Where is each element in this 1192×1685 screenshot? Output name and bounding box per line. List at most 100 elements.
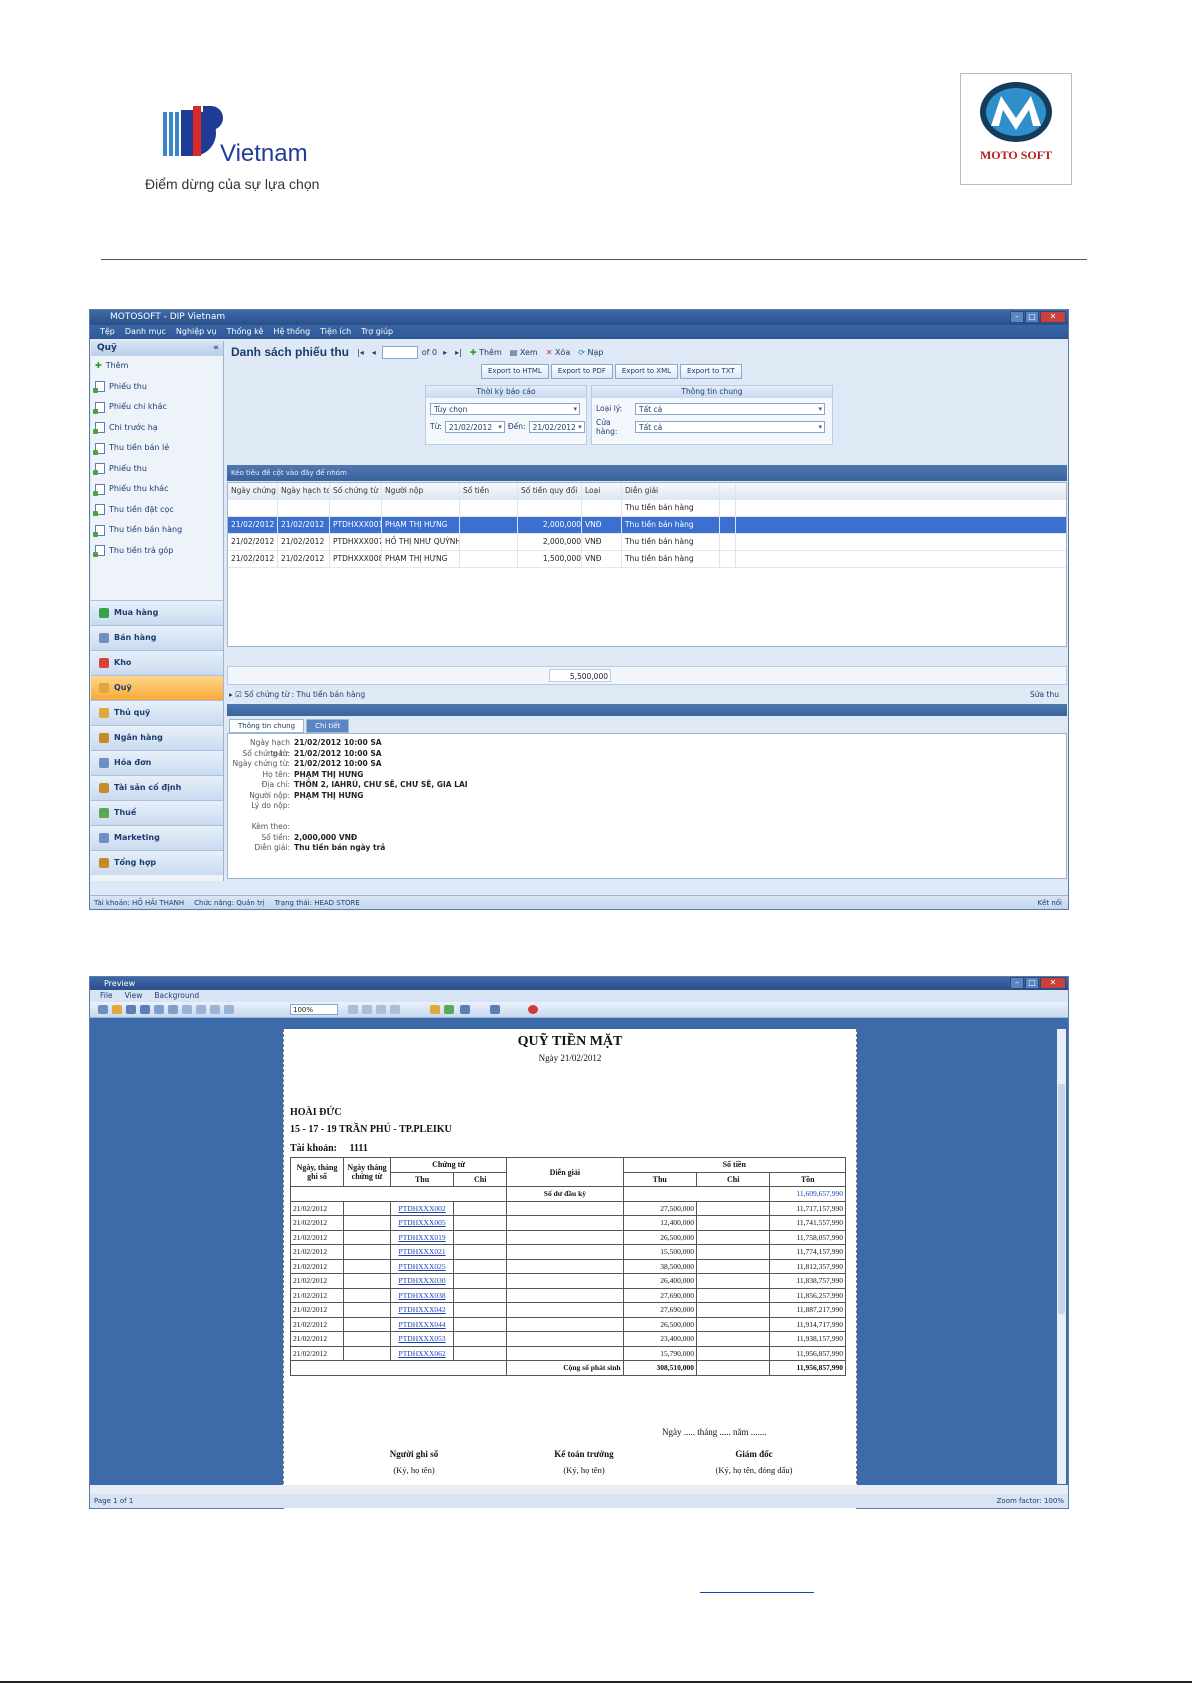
to-date-input[interactable]: 21/02/2012 [528, 420, 585, 433]
voucher-link[interactable]: PTDHXXX019 [389, 1229, 455, 1245]
preview-menu-item[interactable]: File [100, 990, 113, 1002]
close-icon[interactable]: ✕ [1040, 311, 1066, 323]
first-record-icon[interactable]: |◂ [355, 348, 366, 357]
export-icon[interactable] [460, 1005, 470, 1014]
prev-record-icon[interactable]: ◂ [370, 348, 378, 357]
grid-header-cell[interactable]: Loại [582, 483, 622, 499]
sidebar-item[interactable]: Phiếu thu [91, 459, 223, 480]
export-button[interactable]: Export to TXT [680, 364, 742, 379]
close-preview-icon[interactable] [528, 1005, 538, 1014]
sidebar-nav-item[interactable]: Mua hàng [91, 600, 223, 625]
sidebar-item[interactable]: Thu tiền bán lẻ [91, 438, 223, 459]
menu-item[interactable]: Danh mục [125, 325, 166, 339]
sidebar-item[interactable]: Phiếu thu [91, 377, 223, 398]
grid-header-cell[interactable]: Ngày chứng từ [228, 483, 278, 499]
sidebar-item[interactable]: Phiếu chi khác [91, 397, 223, 418]
export-button[interactable]: Export to HTML [481, 364, 549, 379]
print-icon[interactable] [140, 1005, 150, 1014]
open-icon[interactable] [112, 1005, 122, 1014]
type-select[interactable]: Tất cả [635, 402, 825, 415]
preview-menu-item[interactable]: Background [154, 990, 199, 1002]
detail-tab[interactable]: Chi tiết [306, 719, 350, 733]
sidebar-nav-item[interactable]: Thuế [91, 800, 223, 825]
vertical-scrollbar[interactable] [1057, 1029, 1066, 1484]
sidebar-item[interactable]: ✚ Thêm [91, 356, 223, 377]
next-page-icon[interactable] [376, 1005, 386, 1014]
color-icon[interactable] [430, 1005, 440, 1014]
voucher-link[interactable]: PTDHXXX038 [389, 1287, 455, 1303]
export-button[interactable]: Export to XML [614, 364, 679, 379]
menu-item[interactable]: Tiện ích [320, 325, 351, 339]
voucher-link[interactable]: PTDHXXX030 [389, 1273, 455, 1289]
sidebar-nav-item[interactable]: Hóa đơn [91, 750, 223, 775]
minimize-icon[interactable]: – [1010, 311, 1024, 323]
preview-minimize-icon[interactable]: – [1010, 977, 1024, 989]
last-page-icon[interactable] [390, 1005, 400, 1014]
document-link[interactable] [700, 1592, 814, 1593]
voucher-link[interactable]: PTDHXXX042 [389, 1302, 455, 1318]
expand-icon[interactable]: ▸ ☑ [229, 690, 242, 699]
voucher-link[interactable]: PTDHXXX044 [389, 1316, 455, 1332]
sidebar-item[interactable]: Thu tiền trả góp [91, 541, 223, 562]
from-date-input[interactable]: 21/02/2012 [444, 420, 505, 433]
maximize-icon[interactable]: □ [1025, 311, 1039, 323]
grid-header-cell[interactable]: Diễn giải [622, 483, 720, 499]
next-record-icon[interactable]: ▸ [441, 348, 449, 357]
sidebar-item[interactable]: Phiếu thu khác [91, 479, 223, 500]
collapse-icon[interactable]: « [213, 341, 219, 356]
sidebar-nav-item[interactable]: Thủ quỹ [91, 700, 223, 725]
sidebar-item[interactable]: Thu tiền bán hàng [91, 520, 223, 541]
sidebar-nav-item[interactable]: Bán hàng [91, 625, 223, 650]
menu-item[interactable]: Trợ giúp [361, 325, 393, 339]
table-row[interactable]: 21/02/2012 21/02/2012 PTDHXXX001 PHẠM THỊ H… [228, 517, 1066, 534]
refresh-button[interactable]: ⟳ Nạp [576, 348, 605, 357]
export-button[interactable]: Export to PDF [550, 364, 613, 379]
prev-page-icon[interactable] [362, 1005, 372, 1014]
sidebar-nav-item[interactable]: Tài sản cố định [91, 775, 223, 800]
splitter[interactable] [227, 704, 1067, 716]
save-icon[interactable] [126, 1005, 136, 1014]
preview-maximize-icon[interactable]: □ [1025, 977, 1039, 989]
edit-link[interactable]: Sửa thu [1030, 688, 1059, 702]
add-button[interactable]: ✚ Thêm [468, 348, 504, 357]
grid-header-cell[interactable]: Số tiền quy đổi [518, 483, 582, 499]
voucher-link[interactable]: PTDHXXX002 [389, 1200, 455, 1216]
zoom-in-icon[interactable] [224, 1005, 234, 1014]
horizontal-scrollbar[interactable] [90, 1485, 1068, 1494]
sidebar-nav-item[interactable]: Quỹ [91, 675, 223, 700]
page-setup-icon[interactable] [154, 1005, 164, 1014]
period-select[interactable]: Tùy chọn [430, 402, 580, 415]
search-icon[interactable] [98, 1005, 108, 1014]
magnifier-icon[interactable] [196, 1005, 206, 1014]
table-row[interactable]: 21/02/2012 21/02/2012 PTDHXXX007 HỒ THỊ NHƯ… [228, 534, 1066, 551]
sidebar-nav-item[interactable]: Kho [91, 650, 223, 675]
table-row[interactable]: Thu tiền bán hàng [228, 500, 1066, 517]
grid-header-cell[interactable]: Người nộp [382, 483, 460, 499]
sidebar-nav-item[interactable]: Marketing [91, 825, 223, 850]
grid-header-cell[interactable] [720, 483, 736, 499]
sidebar-nav-item[interactable]: Ngân hàng [91, 725, 223, 750]
sidebar-nav-item[interactable]: Tổng hợp [91, 850, 223, 875]
zoom-out-icon[interactable] [210, 1005, 220, 1014]
vertical-scroll-thumb[interactable] [1058, 1084, 1065, 1314]
voucher-link[interactable]: PTDHXXX025 [389, 1258, 455, 1274]
group-row[interactable]: ▸ ☑ Số chứng từ : Thu tiền bán hàng Sửa … [229, 688, 1065, 702]
voucher-link[interactable]: PTDHXXX021 [389, 1244, 455, 1260]
voucher-link[interactable]: PTDHXXX005 [389, 1215, 455, 1231]
voucher-link[interactable]: PTDHXXX053 [389, 1331, 455, 1347]
scale-icon[interactable] [168, 1005, 178, 1014]
sidebar-item[interactable]: Thu tiền đặt cọc [91, 500, 223, 521]
menu-item[interactable]: Tệp [100, 325, 115, 339]
detail-tab[interactable]: Thông tin chung [229, 719, 305, 733]
sidebar-item[interactable]: Chi trước hạ [91, 418, 223, 439]
table-row[interactable]: 21/02/2012 21/02/2012 PTDHXXX008 PHẠM THỊ H… [228, 551, 1066, 568]
view-button[interactable]: ▤ Xem [508, 348, 540, 357]
zoom-select[interactable]: 100% [290, 1004, 338, 1015]
store-select[interactable]: Tất cả [635, 420, 825, 433]
menu-item[interactable]: Thống kê [227, 325, 264, 339]
group-panel[interactable]: Kéo tiêu đề cột vào đây để nhóm [227, 465, 1067, 481]
menu-item[interactable]: Hệ thống [273, 325, 310, 339]
first-page-icon[interactable] [348, 1005, 358, 1014]
preview-menu-item[interactable]: View [125, 990, 143, 1002]
record-position-input[interactable] [381, 346, 418, 359]
